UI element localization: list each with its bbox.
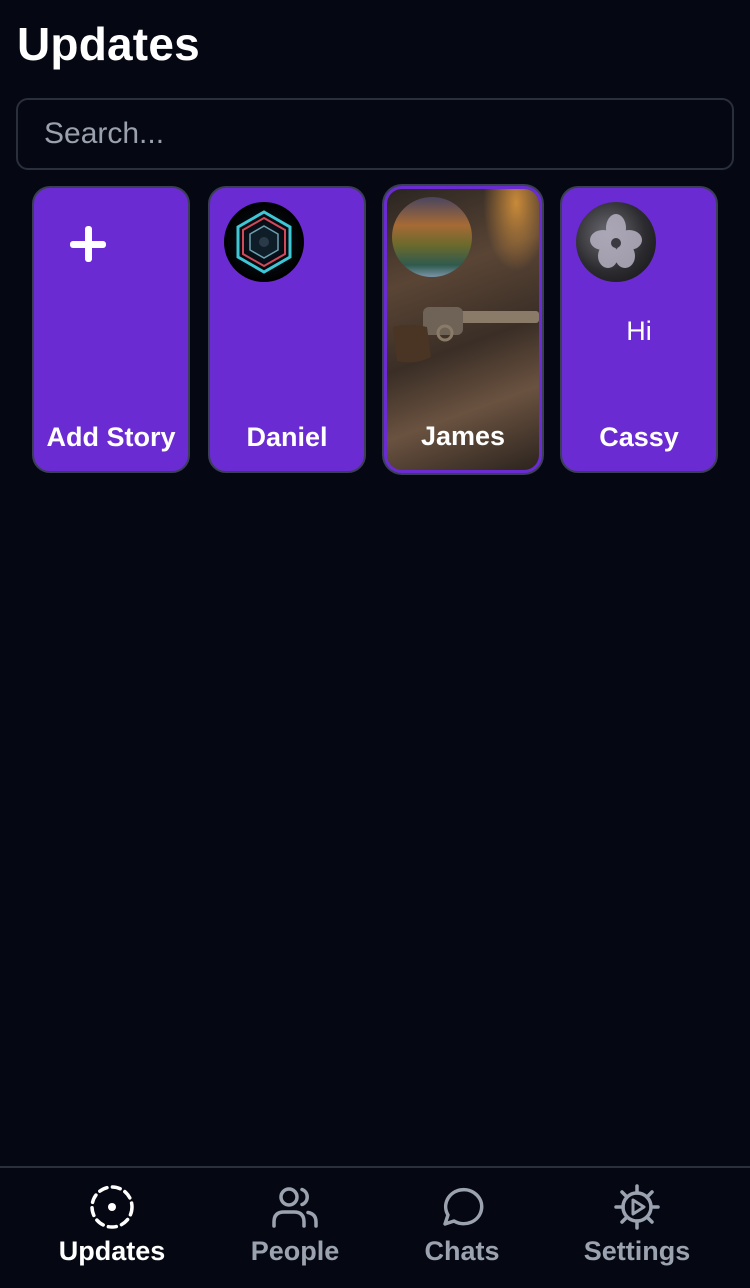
story-label: James [420, 421, 506, 451]
nav-people[interactable]: People [205, 1182, 385, 1267]
story-text: Hi [626, 316, 652, 346]
nav-updates[interactable]: Updates [22, 1182, 202, 1267]
story-label: Daniel [246, 422, 328, 452]
plus-icon [70, 226, 106, 262]
stories-row: Add Story Daniel James Hi Cassy [32, 186, 722, 474]
story-card-daniel[interactable]: Daniel [208, 186, 366, 473]
chat-bubble-icon [443, 1187, 484, 1226]
nav-chats[interactable]: Chats [372, 1182, 552, 1267]
people-icon [272, 1187, 318, 1228]
nav-label: Settings [583, 1236, 691, 1266]
story-card-james[interactable]: James [384, 186, 542, 473]
story-card-cassy[interactable]: Hi Cassy [560, 186, 718, 473]
nav-settings[interactable]: Settings [547, 1182, 727, 1267]
app: Updates Add Story Daniel [0, 0, 750, 1288]
bottom-nav: Updates People Chats Settings [0, 1166, 750, 1288]
add-story-card[interactable]: Add Story [32, 186, 190, 473]
gear-icon [614, 1184, 660, 1230]
story-label: Add Story [46, 422, 176, 452]
nav-label: People [250, 1236, 340, 1266]
flower-avatar[interactable] [576, 202, 656, 282]
landscape-avatar[interactable] [392, 197, 472, 277]
nav-label: Chats [424, 1236, 500, 1266]
story-label: Cassy [599, 422, 679, 452]
updates-icon [90, 1185, 134, 1229]
nav-label: Updates [58, 1236, 166, 1266]
hexagon-avatar[interactable] [224, 202, 304, 282]
search-input[interactable] [44, 117, 732, 151]
search-box[interactable] [16, 98, 734, 170]
page-title: Updates [17, 18, 200, 70]
